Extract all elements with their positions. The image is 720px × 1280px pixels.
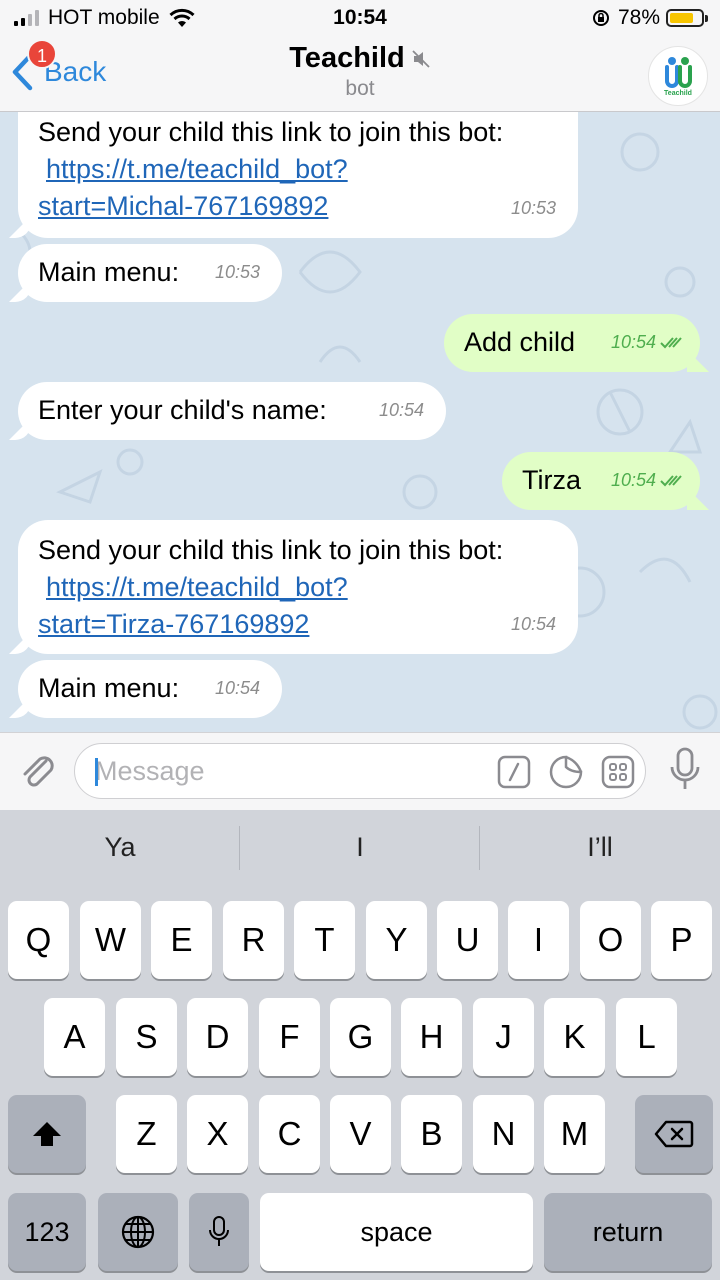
message-time: 10:53 xyxy=(510,198,556,218)
message-text: Enter your child's name: xyxy=(38,395,327,425)
dictation-key[interactable] xyxy=(189,1193,249,1271)
bot-keyboard-icon[interactable] xyxy=(601,755,635,789)
key-w[interactable]: W xyxy=(80,901,141,979)
message-time: 10:54 xyxy=(214,678,260,698)
mute-icon xyxy=(412,49,430,68)
message-time-text: 10:54 xyxy=(610,470,656,490)
message-text: Tirza xyxy=(522,465,581,495)
orientation-lock-icon xyxy=(592,10,609,26)
key-n[interactable]: N xyxy=(473,1095,534,1173)
key-v[interactable]: V xyxy=(330,1095,391,1173)
status-right: 78% xyxy=(592,6,708,30)
key-m[interactable]: M xyxy=(544,1095,605,1173)
message-time: 10:53 xyxy=(214,262,260,282)
bot-avatar[interactable]: Teachild xyxy=(648,46,708,106)
shift-icon xyxy=(33,1122,61,1146)
teachild-logo-icon xyxy=(665,57,692,88)
message-bubble-incoming[interactable]: Send your child this link to join this b… xyxy=(18,112,578,238)
suggestion-bar: Ya I I’ll xyxy=(0,810,720,894)
battery-percent: 78% xyxy=(617,6,660,29)
message-time: 10:54 xyxy=(510,614,556,634)
chat-title-area[interactable]: Teachild bot xyxy=(0,42,720,101)
message-link[interactable]: start=Michal-767169892 xyxy=(38,191,328,221)
key-j[interactable]: J xyxy=(473,998,534,1076)
message-bubble-incoming[interactable]: Send your child this link to join this b… xyxy=(18,520,578,654)
key-c[interactable]: C xyxy=(259,1095,320,1173)
message-input[interactable] xyxy=(95,744,475,798)
message-composer xyxy=(0,732,720,810)
battery-icon xyxy=(666,9,708,27)
key-k[interactable]: K xyxy=(544,998,605,1076)
key-y[interactable]: Y xyxy=(366,901,427,979)
battery-fill xyxy=(670,13,694,23)
message-link[interactable]: start=Tirza-767169892 xyxy=(38,609,309,639)
globe-icon xyxy=(121,1215,155,1249)
message-time: 10:54 xyxy=(378,400,424,420)
delete-key[interactable] xyxy=(635,1095,713,1173)
key-o[interactable]: O xyxy=(580,901,641,979)
microphone-icon xyxy=(209,1216,229,1246)
message-text: Send your child this link to join this b… xyxy=(38,535,504,565)
key-l[interactable]: L xyxy=(616,998,677,1076)
message-link[interactable]: https://t.me/teachild_bot? xyxy=(46,572,348,602)
message-time: 10:54 xyxy=(611,462,686,499)
sticker-icon[interactable] xyxy=(549,755,583,789)
key-d[interactable]: D xyxy=(187,998,248,1076)
backspace-icon xyxy=(654,1120,694,1148)
read-check-icon xyxy=(660,474,682,486)
shift-key[interactable] xyxy=(8,1095,86,1173)
return-key[interactable]: return xyxy=(544,1193,712,1271)
key-u[interactable]: U xyxy=(437,901,498,979)
key-q[interactable]: Q xyxy=(8,901,69,979)
key-f[interactable]: F xyxy=(259,998,320,1076)
key-s[interactable]: S xyxy=(116,998,177,1076)
system-keyboard: Ya I I’ll Q W E R T Y U I O P A S D F G … xyxy=(0,810,720,1280)
avatar-label: Teachild xyxy=(664,90,692,97)
attach-icon[interactable] xyxy=(16,749,58,791)
key-r[interactable]: R xyxy=(223,901,284,979)
chat-header: Back 1 Teachild bot Teachild xyxy=(0,38,720,112)
chat-title-text: Teachild xyxy=(289,42,405,74)
key-b[interactable]: B xyxy=(401,1095,462,1173)
message-text: Add child xyxy=(464,327,576,357)
key-a[interactable]: A xyxy=(44,998,105,1076)
key-i[interactable]: I xyxy=(508,901,569,979)
message-bubble-incoming[interactable]: Enter your child's name: 10:54 xyxy=(18,382,446,440)
message-link[interactable]: https://t.me/teachild_bot? xyxy=(46,154,348,184)
key-x[interactable]: X xyxy=(187,1095,248,1173)
key-e[interactable]: E xyxy=(151,901,212,979)
key-h[interactable]: H xyxy=(401,998,462,1076)
chat-area[interactable]: Send your child this link to join this b… xyxy=(0,112,720,732)
bot-commands-icon[interactable] xyxy=(497,755,531,789)
message-time-text: 10:54 xyxy=(610,332,656,352)
globe-key[interactable] xyxy=(98,1193,178,1271)
key-t[interactable]: T xyxy=(294,901,355,979)
suggestion-item[interactable]: I xyxy=(240,832,480,863)
suggestion-item[interactable]: I’ll xyxy=(480,832,720,863)
key-p[interactable]: P xyxy=(651,901,712,979)
status-bar: HOT mobile 10:54 78% xyxy=(0,0,720,38)
numbers-key[interactable]: 123 xyxy=(8,1193,86,1271)
text-cursor xyxy=(95,758,98,786)
key-g[interactable]: G xyxy=(330,998,391,1076)
message-bubble-outgoing[interactable]: Add child 10:54 xyxy=(444,314,700,372)
read-check-icon xyxy=(660,336,682,348)
message-text: Main menu: xyxy=(38,673,180,703)
message-text: Main menu: xyxy=(38,257,180,287)
message-bubble-outgoing[interactable]: Tirza 10:54 xyxy=(502,452,700,510)
message-time: 10:54 xyxy=(611,324,686,361)
message-field[interactable] xyxy=(74,743,646,799)
message-bubble-incoming[interactable]: Main menu: 10:53 xyxy=(18,244,282,302)
key-z[interactable]: Z xyxy=(116,1095,177,1173)
message-bubble-incoming[interactable]: Main menu: 10:54 xyxy=(18,660,282,718)
microphone-icon[interactable] xyxy=(668,747,702,793)
message-text: Send your child this link to join this b… xyxy=(38,117,504,147)
space-key[interactable]: space xyxy=(260,1193,533,1271)
chat-title: Teachild xyxy=(289,42,431,75)
chat-subtitle: bot xyxy=(345,77,375,100)
suggestion-item[interactable]: Ya xyxy=(0,832,240,863)
